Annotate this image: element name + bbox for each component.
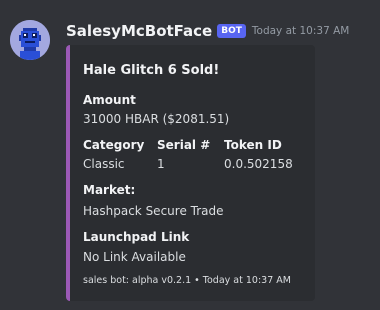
field-market-value: Hashpack Secure Trade [83,204,224,218]
field-category-name: Category [83,138,145,152]
field-amount-value: 31000 HBAR ($2081.51) [83,112,230,126]
field-token-id-value: 0.0.502158 [224,157,293,171]
message-timestamp[interactable]: Today at 10:37 AM [252,25,349,37]
username[interactable]: SalesyMcBotFace [66,22,212,40]
pixel-robot-avatar-icon [10,20,50,60]
field-category-value: Classic [83,157,125,171]
bot-badge: BOT [217,24,246,38]
field-serial-value: 1 [157,157,165,171]
message-header: SalesyMcBotFace BOT Today at 10:37 AM [66,21,349,41]
embed-footer: sales bot: alpha v0.2.1 • Today at 10:37… [83,275,291,286]
embed-title: Hale Glitch 6 Sold! [83,63,220,78]
sale-embed: Hale Glitch 6 Sold! Amount 31000 HBAR ($… [66,45,315,301]
field-serial-name: Serial # [157,138,211,152]
field-token-id-name: Token ID [224,138,282,152]
field-launchpad-name: Launchpad Link [83,230,190,244]
bot-badge-label: BOT [221,26,242,36]
field-market-name: Market: [83,183,136,197]
avatar[interactable] [10,20,50,60]
field-launchpad-value: No Link Available [83,250,186,264]
field-amount-name: Amount [83,93,136,107]
